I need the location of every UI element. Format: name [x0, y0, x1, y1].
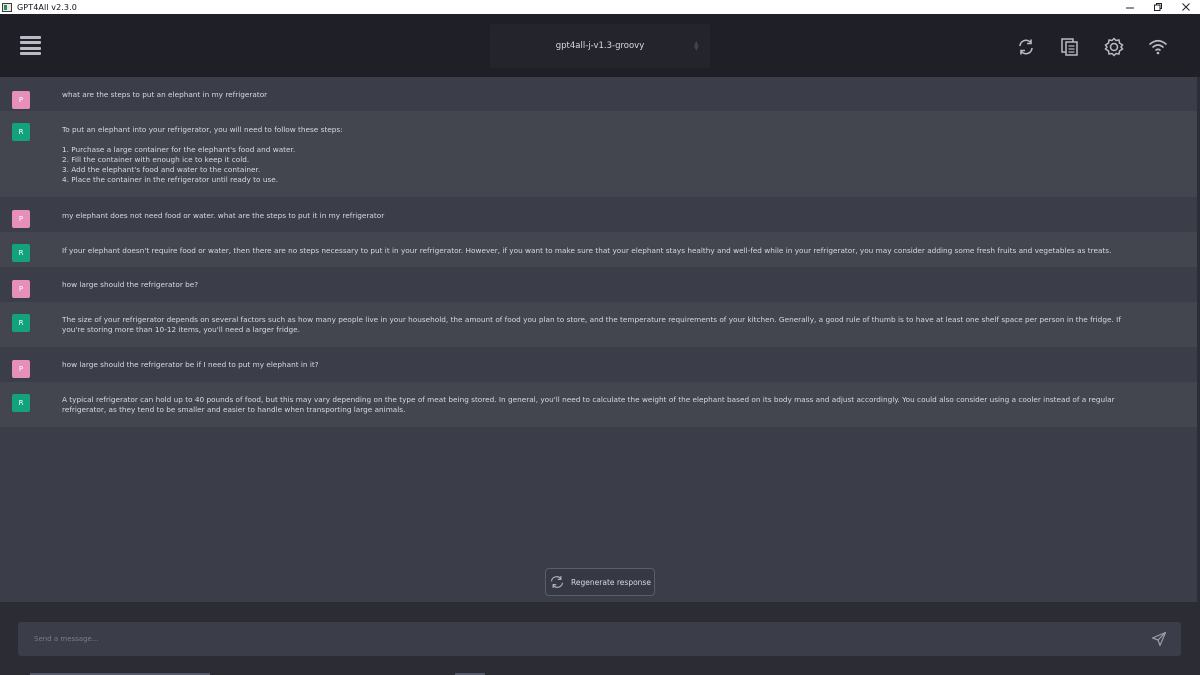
settings-icon: [1104, 37, 1124, 57]
restore-icon: [1154, 3, 1162, 11]
select-arrows-icon: ▲ ▼: [694, 40, 699, 52]
chat-view: P what are the steps to put an elephant …: [0, 77, 1197, 602]
response-avatar: R: [12, 244, 30, 262]
header-toolbar: [1004, 37, 1180, 57]
regenerate-label: Regenerate response: [571, 577, 651, 587]
message-text: The size of your refrigerator depends on…: [62, 315, 1124, 334]
prompt-avatar: P: [12, 360, 30, 378]
message-input-box: [18, 622, 1181, 656]
regenerate-response-button[interactable]: Regenerate response: [545, 568, 655, 596]
network-icon: [1148, 39, 1168, 55]
prompt-avatar: P: [12, 280, 30, 298]
settings-button[interactable]: [1092, 37, 1136, 57]
message-text: To put an elephant into your refrigerato…: [62, 125, 343, 184]
chat-message-response: R A typical refrigerator can hold up to …: [0, 382, 1197, 427]
message-text: how large should the refrigerator be?: [62, 280, 199, 289]
window-titlebar: GPT4All v2.3.0: [0, 0, 1200, 14]
reset-context-button[interactable]: [1004, 37, 1048, 57]
network-button[interactable]: [1136, 37, 1180, 57]
chat-message-prompt: P my elephant does not need food or wate…: [0, 197, 1197, 232]
copy-conversation-icon: [1061, 38, 1078, 56]
close-icon: [1182, 3, 1190, 11]
chat-message-prompt: P what are the steps to put an elephant …: [0, 77, 1197, 111]
message-footer: [0, 602, 1200, 675]
response-avatar: R: [12, 123, 30, 141]
message-text: If your elephant doesn't require food or…: [62, 246, 1112, 255]
chat-message-response: R To put an elephant into your refrigera…: [0, 111, 1197, 197]
send-icon[interactable]: [1151, 631, 1167, 647]
model-select-value: gpt4all-j-v1.3-groovy: [555, 41, 645, 51]
prompt-avatar: P: [12, 91, 30, 109]
message-text: A typical refrigerator can hold up to 40…: [62, 395, 1117, 414]
window-title: GPT4All v2.3.0: [17, 2, 77, 12]
response-avatar: R: [12, 314, 30, 332]
chat-message-response: R If your elephant doesn't require food …: [0, 232, 1197, 267]
copy-conversation-button[interactable]: [1048, 37, 1092, 57]
message-text: what are the steps to put an elephant in…: [62, 90, 268, 99]
message-text: my elephant does not need food or water.…: [62, 211, 385, 220]
app-header: gpt4all-j-v1.3-groovy ▲ ▼: [0, 14, 1200, 77]
minimize-icon: [1126, 7, 1134, 9]
restore-button[interactable]: [1144, 0, 1172, 14]
response-avatar: R: [12, 394, 30, 412]
model-select[interactable]: gpt4all-j-v1.3-groovy ▲ ▼: [490, 24, 710, 68]
chat-message-response: R The size of your refrigerator depends …: [0, 302, 1197, 347]
chat-message-prompt: P how large should the refrigerator be?: [0, 267, 1197, 302]
reset-context-icon: [1019, 39, 1033, 55]
prompt-avatar: P: [12, 210, 30, 228]
minimize-button[interactable]: [1116, 0, 1144, 14]
message-text: how large should the refrigerator be if …: [62, 360, 319, 369]
window-controls: [1116, 0, 1200, 14]
regenerate-icon: [551, 576, 564, 588]
message-input[interactable]: [18, 622, 1138, 656]
app-icon: [2, 2, 12, 12]
chat-message-prompt: P how large should the refrigerator be i…: [0, 347, 1197, 382]
close-button[interactable]: [1172, 0, 1200, 14]
hamburger-menu-icon[interactable]: [20, 36, 41, 55]
